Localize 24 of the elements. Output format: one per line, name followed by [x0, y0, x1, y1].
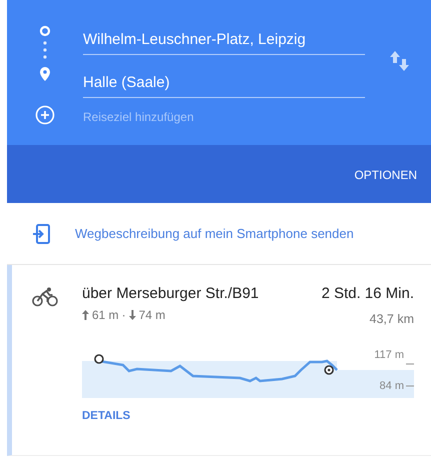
separator-text: · [122, 308, 126, 322]
descent-text: 74 m [138, 308, 166, 322]
ascent-text: 61 m [92, 308, 119, 322]
arrow-up-icon [82, 310, 89, 320]
route-distance: 43,7 km [370, 312, 414, 326]
destination-field[interactable]: Halle (Saale) [83, 68, 365, 98]
add-destination-field[interactable]: Reiseziel hinzufügen [83, 102, 365, 132]
arrow-down-icon [128, 310, 136, 320]
origin-field[interactable]: Wilhelm-Leuschner-Platz, Leipzig [83, 25, 365, 55]
origin-circle-icon [39, 25, 51, 37]
swap-icon[interactable] [389, 50, 411, 72]
max-elevation-label: 117 m [374, 349, 404, 361]
bicycle-icon [32, 287, 58, 307]
options-button[interactable]: OPTIONEN [340, 162, 431, 188]
route-duration: 2 Std. 16 Min. [321, 285, 414, 302]
location-pin-icon [40, 67, 50, 81]
send-to-smartphone-link[interactable]: Wegbeschreibung auf mein Smartphone senden [75, 226, 354, 241]
send-to-phone-icon [33, 224, 51, 244]
dotted-line-icon [43, 40, 47, 60]
route-title: über Merseburger Str./B91 [82, 285, 259, 302]
add-circle-icon[interactable] [35, 105, 55, 125]
route-card[interactable]: über Merseburger Str./B91 2 Std. 16 Min. 61 m · 74 m 43,7 km 117 m 84 m DETAILS [7, 265, 431, 456]
min-elevation-label: 84 m [380, 380, 404, 392]
details-link[interactable]: DETAILS [82, 410, 130, 422]
